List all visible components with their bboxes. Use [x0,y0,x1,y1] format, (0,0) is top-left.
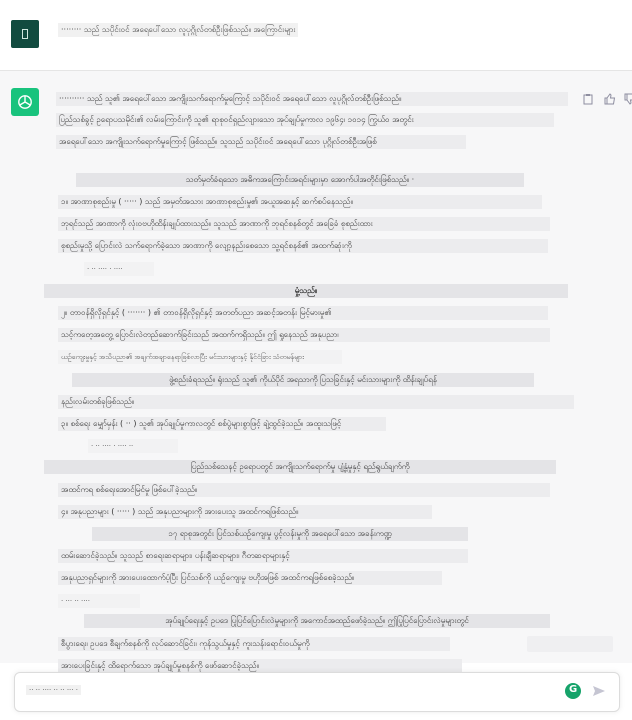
scroll-to-bottom-area[interactable] [527,636,613,652]
response-line: ၄။ အနုပညာများ ( ····· ) သည် အနုပညာများကိ… [58,505,432,519]
user-message-row: ········ သည် သပိုင်းဝင် အရေပေါ်သော လူပုဂ… [0,0,632,70]
section-heading: မှုံ့သည်။ [44,284,568,298]
response-line: ပြည်သစ်ခွင့် ဥရောပသမိုင်း၏ လမ်းကြောင်းကိ… [56,113,554,127]
response-line: အထင်ကရ စစ်ရေးအောင်မြင်မှု ဖြစ်ပေါ်ခဲ့သည်… [58,483,550,497]
response-line: စီပွားရေး၊ ဥပဒေ စီချက်စနစ်ကို လုပ်ဆောင်ခ… [58,637,450,651]
response-line: ·········· သည် သူ၏ အရေပေါ်သော အကျိုးသက်ရ… [56,92,568,106]
grammarly-letter: G [569,684,578,695]
response-line: ၁။ အာဏာစုစည်းမှု ( ····· ) သည် အမှတ်အသား… [58,195,542,209]
response-line: အရေပေါ်သော အကျိုးသက်ရောက်မှုကြောင့် ဖြစ်… [56,135,466,149]
user-avatar-glyph-icon [22,29,28,39]
chatgpt-avatar-icon [11,88,39,116]
user-message-text: ········ သည် သပိုင်းဝင် အရေပေါ်သော လူပုဂ… [58,23,299,37]
response-line: ၃။ စစ်ရေး မျှော်မှန်း ( ·· ) သူ၏ အုပ်ချု… [58,417,386,431]
thumbs-up-icon[interactable] [604,90,616,105]
message-input[interactable]: ·· ·· ···· ·· ·· ··· · [26,685,81,695]
response-line: · ·· ···· · ···· ·· [88,439,178,453]
response-line: နည်းလမ်းတစ်ခုဖြစ်သည်။ [58,395,574,409]
response-line: ဖွဲ့စည်းခံရသည်။ ရုံးသည် သူ၏ ကိုယ်ပိုင် အ… [72,373,534,387]
response-line: ၁၇ ရာစုအတွင်း ပြင်သစ်ယဉ်ကျေးမှု ပွင့်လန်… [92,527,468,541]
thumbs-down-icon[interactable] [624,90,632,105]
user-avatar [11,20,39,48]
response-line: အုပ်ချုပ်ရေးနှင့် ဥပဒေ ပြုပြင်ပြောင်းလဲမ… [84,614,550,628]
response-line: · ·· ···· · ···· [84,262,154,276]
response-line: သင့်ကတေ့အတွေ့ ပြောင်းလဲတည်ဆောက်ခြင်းသည် … [58,328,550,342]
section-intro: သတ်မှတ်ခံရသော အဓိကအကြောင်းအရင်းများမှာ အ… [76,173,524,187]
send-icon[interactable] [591,683,607,699]
response-line: ပြည်သစ်သေနင့် ဥရောပတွင် အကျိုးသက်ရောက်မှ… [44,460,556,474]
response-line: ယဉ်ကျေးမှုနှင့် အသိပညာ၏ အချက်အချာနေရာဖြစ… [58,350,342,364]
response-line: စုစည်းမှုသို့ ပြောင်းလဲ သက်ရောက်ခဲ့သော အ… [58,239,548,253]
response-line: အားပေးခြင်းနှင့် ထိရောက်သော အုပ်ချုပ်မှု… [58,659,462,673]
response-line: · ··· ·· ···· [58,594,140,608]
response-line: ထမ်းဆောင်ခဲ့သည်။ သူသည် စာရေးဆရာများ၊ ပန်… [58,549,468,563]
response-line: ၂။ တာဝန်ရှိလိုရှင်နှင့် ( ······· ) ၏ တာ… [58,306,548,320]
response-line: ဘုရင်သည် အာဏာကို လုံးဝဗဟိုထိန်းချုပ်ထားသ… [58,217,550,231]
grammarly-icon[interactable]: G [565,683,581,699]
message-actions [582,90,632,105]
clipboard-icon[interactable] [582,90,594,105]
response-line: အနုပညာရှင်များကို အားပေးထောက်ပံ့ပြီး ပြင… [58,571,442,585]
message-input-box[interactable]: ·· ·· ···· ·· ·· ··· · G [14,672,620,712]
